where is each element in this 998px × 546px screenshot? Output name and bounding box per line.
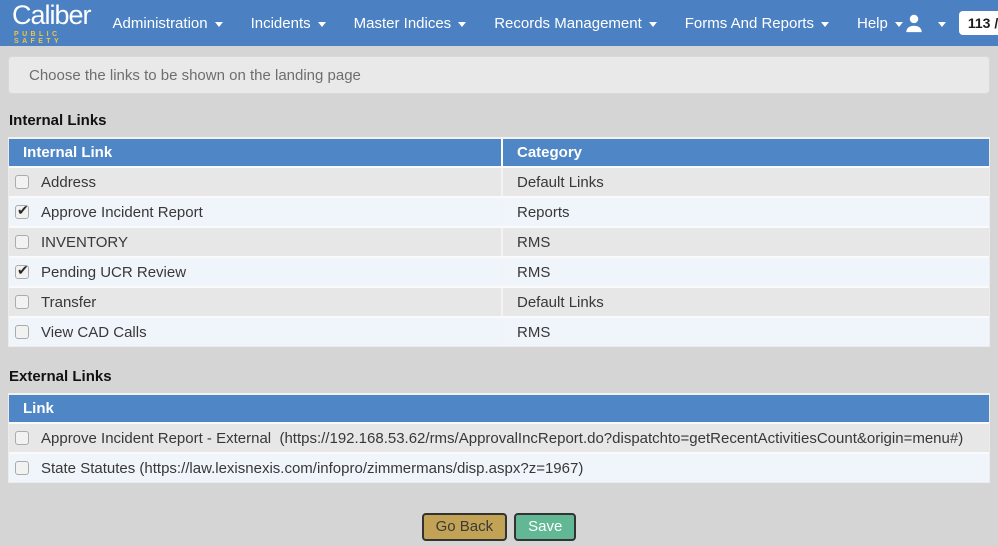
nav-menu-administration[interactable]: Administration [113,15,223,32]
nav-menu-incidents[interactable]: Incidents [251,15,326,32]
internal-link-row: Pending UCR Review RMS [9,256,989,286]
chevron-down-icon [318,22,326,27]
banner-message: Choose the links to be shown on the land… [29,67,361,84]
internal-links-rows: Address Default Links Approve Incident R… [9,166,989,346]
internal-link-checkbox[interactable] [15,265,29,279]
footer-actions: Go Back Save [0,513,998,541]
nav-menu-help[interactable]: Help [857,15,903,32]
chevron-down-icon [895,22,903,27]
brand-logo[interactable]: Caliber PUBLIC SAFETY [12,2,91,45]
internal-link-category: Default Links [517,174,604,191]
internal-link-label: Pending UCR Review [41,264,186,281]
internal-link-category: RMS [517,264,550,281]
external-link-row: Approve Incident Report - External (http… [9,422,989,452]
external-links-table-header: Link [9,395,989,422]
internal-link-category: RMS [517,324,550,341]
counter-badge[interactable]: 113 / 0 [959,11,998,35]
internal-link-row: Address Default Links [9,166,989,196]
internal-link-row: INVENTORY RMS [9,226,989,256]
internal-link-row: Approve Incident Report Reports [9,196,989,226]
nav-menu-master-indices[interactable]: Master Indices [354,15,467,32]
internal-links-table: Internal Link Category Address Default L… [8,137,990,347]
internal-link-label: Approve Incident Report [41,204,203,221]
internal-link-row: View CAD Calls RMS [9,316,989,346]
chevron-down-icon [215,22,223,27]
column-header-link: Link [9,395,989,422]
external-link-label: State Statutes (https://law.lexisnexis.c… [41,460,583,477]
user-menu-button[interactable] [903,12,925,34]
column-header-internal-link: Internal Link [9,139,501,166]
external-links-title: External Links [9,368,990,385]
top-navbar: Caliber PUBLIC SAFETY Administration Inc… [0,0,998,46]
navbar-right-cluster: 113 / 0 ⚙ [903,10,998,36]
nav-menu-label: Administration [113,15,208,32]
nav-menu-label: Records Management [494,15,642,32]
column-header-category: Category [501,139,989,166]
nav-menus: Administration Incidents Master Indices … [113,15,903,32]
user-icon [903,12,925,34]
internal-link-label: INVENTORY [41,234,128,251]
brand-name: Caliber [12,2,91,29]
go-back-button[interactable]: Go Back [422,513,508,541]
external-link-checkbox[interactable] [15,461,29,475]
chevron-down-icon [649,22,657,27]
banner-panel: Choose the links to be shown on the land… [8,56,990,94]
user-menu-chevron-icon[interactable] [938,22,946,27]
nav-menu-label: Help [857,15,888,32]
internal-link-category: Default Links [517,294,604,311]
internal-link-checkbox[interactable] [15,295,29,309]
chevron-down-icon [821,22,829,27]
nav-menu-label: Master Indices [354,15,452,32]
internal-link-row: Transfer Default Links [9,286,989,316]
nav-menu-forms-and-reports[interactable]: Forms And Reports [685,15,829,32]
internal-link-checkbox[interactable] [15,325,29,339]
external-link-label: Approve Incident Report - External (http… [41,430,963,447]
internal-links-title: Internal Links [9,112,990,129]
external-links-table: Link Approve Incident Report - External … [8,393,990,483]
internal-link-label: View CAD Calls [41,324,147,341]
internal-link-label: Transfer [41,294,96,311]
internal-link-label: Address [41,174,96,191]
internal-link-checkbox[interactable] [15,235,29,249]
save-button[interactable]: Save [514,513,576,541]
external-links-rows: Approve Incident Report - External (http… [9,422,989,482]
internal-link-category: RMS [517,234,550,251]
internal-links-table-header: Internal Link Category [9,139,989,166]
nav-menu-records-management[interactable]: Records Management [494,15,657,32]
external-link-row: State Statutes (https://law.lexisnexis.c… [9,452,989,482]
internal-link-category: Reports [517,204,570,221]
nav-menu-label: Forms And Reports [685,15,814,32]
chevron-down-icon [458,22,466,27]
brand-tagline: PUBLIC SAFETY [12,31,91,45]
internal-link-checkbox[interactable] [15,205,29,219]
nav-menu-label: Incidents [251,15,311,32]
internal-link-checkbox[interactable] [15,175,29,189]
external-link-checkbox[interactable] [15,431,29,445]
